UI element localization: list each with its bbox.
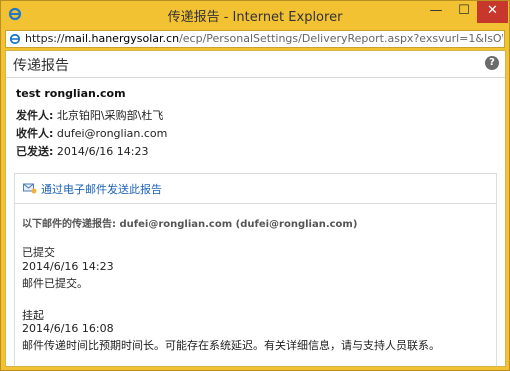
event-time: 2014/6/16 14:23 [22, 260, 114, 273]
url-path: /ecp/PersonalSettings/DeliveryReport.asp… [179, 32, 503, 45]
url-domain: mail.hanergysolar.cn [64, 32, 180, 45]
email-report-link[interactable]: 通过电子邮件发送此报告 [41, 181, 162, 197]
message-subject: test ronglian.com [16, 87, 126, 100]
minimize-button[interactable]: — [422, 1, 450, 23]
from-label: 发件人: [16, 109, 54, 122]
page-content: 传递报告 ? test ronglian.com 发件人: 北京铂阳\采购部\杜… [5, 50, 506, 367]
sent-row: 已发送: 2014/6/16 14:23 [16, 143, 149, 159]
from-value: 北京铂阳\采购部\杜飞 [56, 109, 164, 122]
to-label: 收件人: [16, 127, 54, 140]
url-scheme: https:// [25, 32, 65, 45]
address-bar[interactable]: https://mail.hanergysolar.cn/ecp/Persona… [5, 30, 505, 48]
maximize-button[interactable]: ☐ [450, 1, 478, 23]
from-row: 发件人: 北京铂阳\采购部\杜飞 [16, 107, 163, 123]
delivery-report-box: 通过电子邮件发送此报告 以下邮件的传递报告: dufei@ronglian.co… [14, 173, 497, 366]
close-button[interactable]: ✕ [477, 1, 508, 23]
report-heading: 以下邮件的传递报告: dufei@ronglian.com (dufei@ron… [22, 219, 358, 230]
title-bar[interactable]: 传递报告 - Internet Explorer — ☐ ✕ [1, 1, 509, 29]
page-title: 传递报告 [13, 58, 69, 74]
sent-value: 2014/6/16 14:23 [56, 145, 149, 158]
sent-label: 已发送: [16, 145, 54, 158]
event-detail: 邮件传递时间比预期时间长。可能存在系统延迟。有关详细信息，请与支持人员联系。 [22, 339, 440, 352]
help-icon[interactable]: ? [485, 56, 499, 70]
to-value: dufei@ronglian.com [56, 127, 168, 140]
event-detail: 邮件已提交。 [22, 277, 88, 290]
address-url[interactable]: https://mail.hanergysolar.cn/ecp/Persona… [25, 32, 503, 45]
to-row: 收件人: dufei@ronglian.com [16, 125, 167, 141]
page-header: 传递报告 ? [6, 51, 505, 78]
email-send-icon [23, 183, 37, 194]
email-report-row: 通过电子邮件发送此报告 [15, 174, 496, 204]
ie-window: 传递报告 - Internet Explorer — ☐ ✕ https://m… [0, 0, 510, 371]
event-status: 挂起 [22, 309, 44, 322]
event-time: 2014/6/16 16:08 [22, 322, 114, 335]
ie-page-icon [9, 33, 21, 45]
event-status: 已提交 [22, 246, 55, 259]
